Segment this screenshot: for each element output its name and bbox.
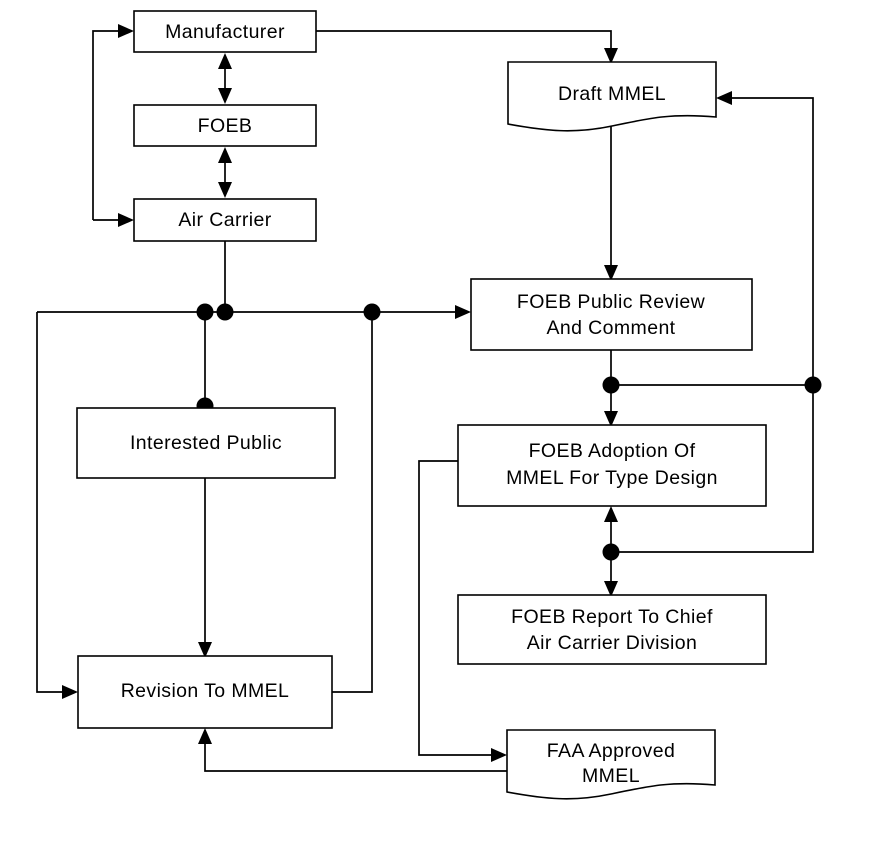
junction-dot-bus-left	[196, 303, 214, 321]
node-foeb[interactable]: FOEB	[133, 104, 317, 147]
edge-manufacturer-foeb	[218, 53, 232, 104]
node-faa-approved-mmel[interactable]: FAA Approved MMEL	[506, 729, 716, 800]
node-foeb-report-label-line2: Air Carrier Division	[527, 632, 698, 654]
node-manufacturer-label: Manufacturer	[165, 21, 285, 43]
edge-interested-to-revision	[198, 478, 212, 658]
edge-foeb-aircarrier	[218, 147, 232, 198]
node-foeb-report-label-line1: FOEB Report To Chief	[511, 606, 713, 628]
node-faa-approved-mmel-label-line1: FAA Approved	[547, 740, 675, 762]
junction-dot-bus-aircarrier	[216, 303, 234, 321]
node-foeb-public-review-label-line2: And Comment	[546, 317, 675, 339]
node-foeb-report[interactable]: FOEB Report To Chief Air Carrier Divisio…	[457, 594, 767, 665]
node-draft-mmel[interactable]: Draft MMEL	[507, 61, 717, 132]
node-air-carrier-label: Air Carrier	[178, 209, 271, 231]
junction-dot-review-out	[602, 376, 620, 394]
junction-dot-adoption-in	[602, 543, 620, 561]
edge-review-bus	[37, 305, 471, 319]
edge-draft-to-public-review	[604, 124, 618, 281]
node-interested-public-label: Interested Public	[130, 432, 282, 454]
edge-manufacturer-to-draft	[316, 30, 618, 64]
node-manufacturer[interactable]: Manufacturer	[133, 10, 317, 53]
junction-dot-bus-right	[363, 303, 381, 321]
nodes-layer: Manufacturer FOEB Air Carrier Draft MMEL…	[76, 10, 767, 800]
node-revision-to-mmel-label: Revision To MMEL	[121, 680, 290, 702]
flowchart-canvas: Manufacturer FOEB Air Carrier Draft MMEL…	[0, 0, 878, 849]
edge-loop-to-aircarrier	[93, 213, 134, 227]
node-foeb-public-review-label-line1: FOEB Public Review	[517, 291, 706, 313]
node-foeb-label: FOEB	[198, 115, 253, 137]
node-interested-public[interactable]: Interested Public	[76, 407, 336, 479]
node-draft-mmel-label: Draft MMEL	[558, 83, 666, 105]
node-foeb-public-review[interactable]: FOEB Public Review And Comment	[470, 278, 753, 351]
junction-dot-feedback-upper	[804, 376, 822, 394]
node-foeb-adoption-label-line1: FOEB Adoption Of	[529, 440, 696, 462]
node-air-carrier[interactable]: Air Carrier	[133, 198, 317, 242]
mmel-process-flowchart: Manufacturer FOEB Air Carrier Draft MMEL…	[36, 10, 822, 800]
node-foeb-adoption[interactable]: FOEB Adoption Of MMEL For Type Design	[457, 424, 767, 507]
node-faa-approved-mmel-label-line2: MMEL	[582, 765, 640, 787]
edge-faa-to-revision	[198, 728, 507, 772]
edge-revision-loop-left	[92, 24, 134, 220]
node-foeb-adoption-label-line2: MMEL For Type Design	[506, 467, 718, 489]
edge-bus-to-revision-left-rail	[36, 312, 78, 699]
node-revision-to-mmel[interactable]: Revision To MMEL	[77, 655, 333, 729]
edge-revision-to-bus	[332, 312, 373, 693]
